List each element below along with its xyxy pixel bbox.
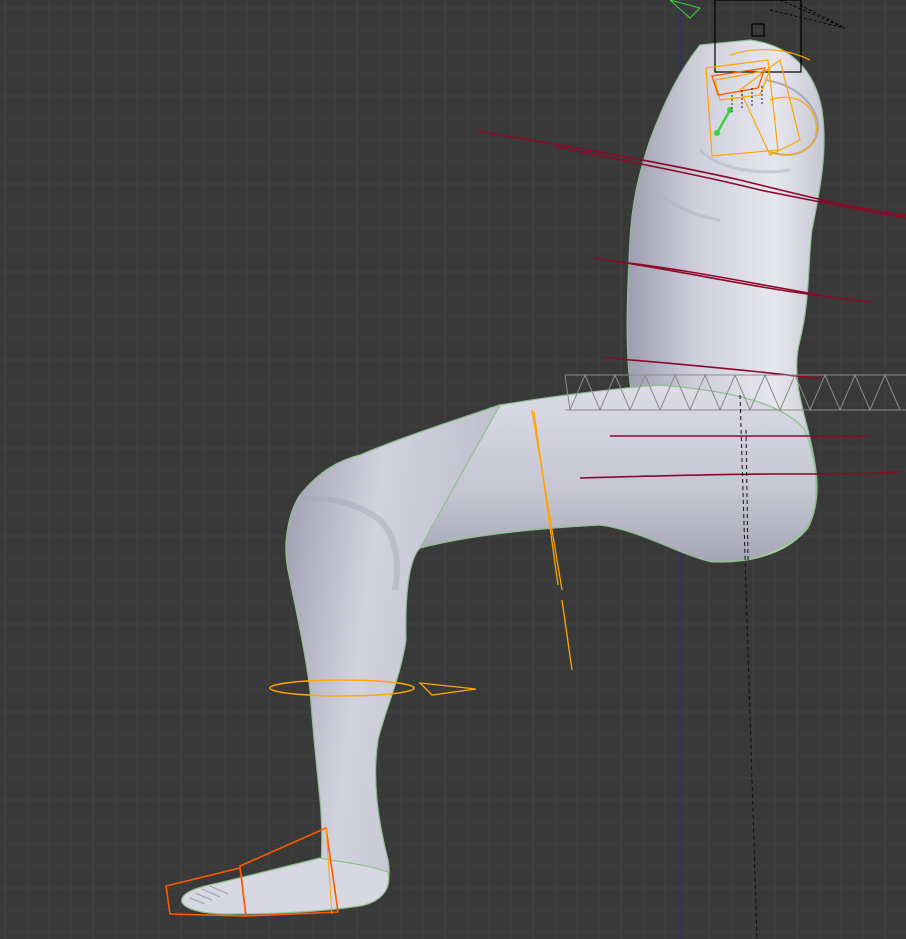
3d-viewport[interactable] — [0, 0, 906, 939]
camera-frustum-icon — [769, 0, 846, 29]
viewport-canvas[interactable] — [0, 0, 906, 939]
pole-target-icon[interactable] — [418, 682, 477, 696]
body-mesh-icon[interactable] — [181, 39, 825, 915]
spine-top-bone[interactable] — [669, 0, 701, 19]
